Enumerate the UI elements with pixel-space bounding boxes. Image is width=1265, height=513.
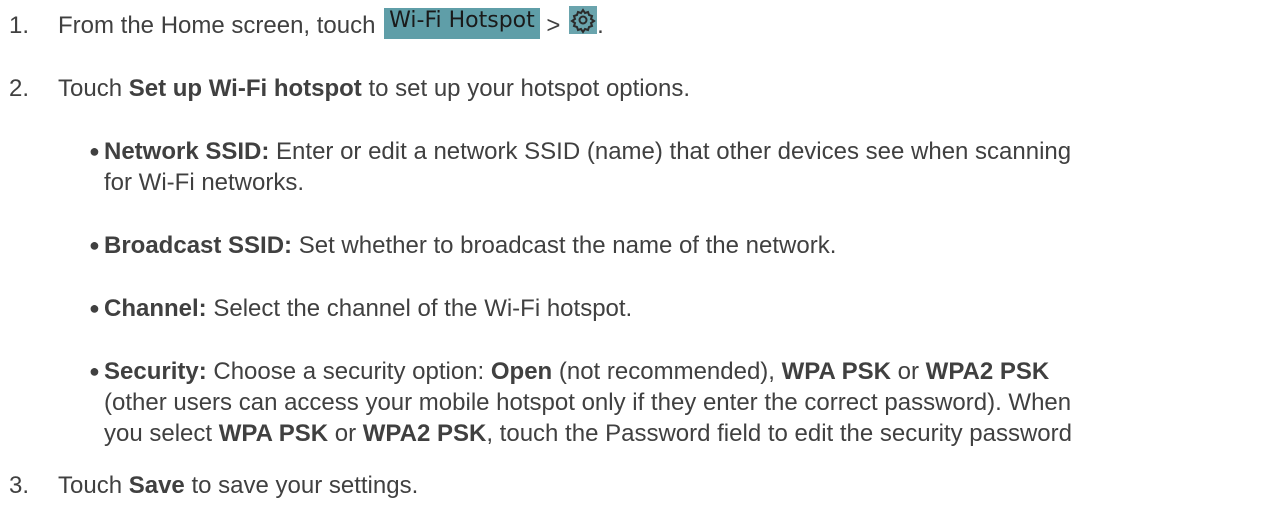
bullet-term: Broadcast SSID: [104, 232, 293, 259]
step-text-part: to save your settings. [184, 472, 419, 499]
bullet-dot: ● [89, 361, 100, 381]
bullet-dot: ● [89, 298, 100, 318]
bullet-term: Network SSID: [104, 138, 270, 165]
step-number: 2. [9, 75, 30, 102]
step-text-part: From the Home screen, touch [58, 12, 383, 39]
step-text: From the Home screen, touch Wi-Fi Hotspo… [58, 5, 1255, 45]
bullet-text: Broadcast SSID: Set whether to broadcast… [104, 230, 1254, 261]
bullet-text: Channel: Select the channel of the Wi-Fi… [104, 293, 1254, 324]
bullet-dot: ● [89, 141, 100, 161]
bullet-term: Channel: [104, 295, 207, 322]
step-text: Touch Set up Wi-Fi hotspot to set up you… [58, 73, 1255, 104]
bullet-body: Select the channel of the Wi-Fi hotspot. [206, 295, 633, 322]
bullet-body: you select [104, 420, 219, 447]
bold-term: Set up Wi-Fi hotspot [128, 75, 362, 102]
wifi-hotspot-button[interactable]: Wi-Fi Hotspot [384, 8, 540, 39]
bullet-body: (not recommended), [552, 358, 782, 385]
bold-option-wpa-psk: WPA PSK [218, 420, 329, 447]
bullet-body: Choose a security option: [206, 358, 491, 385]
bullet-body: or [890, 358, 926, 385]
bullet-text: Security: Choose a security option: Open… [104, 356, 1254, 449]
gear-icon[interactable] [569, 5, 598, 34]
bold-term: Save [128, 472, 185, 499]
bullet-dot: ● [89, 235, 100, 255]
bullet-body: , touch the Password field to edit the s… [486, 420, 1072, 447]
separator: > [539, 12, 568, 39]
bold-option-wpa2-psk: WPA2 PSK [925, 358, 1050, 385]
step-text: Touch Save to save your settings. [58, 470, 1255, 501]
bold-option-wpa-psk: WPA PSK [781, 358, 891, 385]
bullet-term: Security: [104, 358, 207, 385]
step-text-part: Touch [58, 472, 129, 499]
bullet-body: (other users can access your mobile hots… [104, 389, 1072, 416]
bullet-body: Enter or edit a network SSID (name) that… [269, 138, 1072, 165]
period: . [597, 12, 604, 39]
step-text-part: Touch [58, 75, 129, 102]
bullet-body: for Wi-Fi networks. [104, 169, 305, 196]
step-text-part: to set up your hotspot options. [361, 75, 691, 102]
bullet-text: Network SSID: Enter or edit a network SS… [104, 136, 1254, 198]
bullet-body: or [328, 420, 363, 447]
step-number: 1. [9, 12, 30, 39]
step-number: 3. [9, 472, 30, 499]
bold-option-open: Open [490, 358, 553, 385]
instructions-document: 1. From the Home screen, touch Wi-Fi Hot… [0, 0, 1265, 513]
bullet-body: Set whether to broadcast the name of the… [292, 232, 837, 259]
bold-option-wpa2-psk: WPA2 PSK [362, 420, 487, 447]
